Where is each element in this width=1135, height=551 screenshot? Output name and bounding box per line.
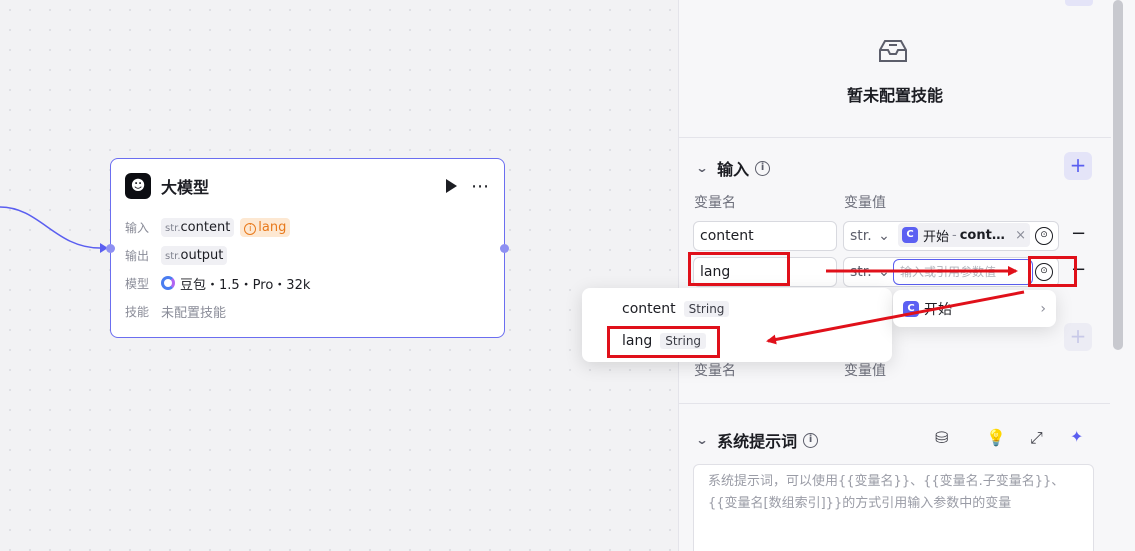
info-icon[interactable]: i bbox=[803, 432, 819, 448]
output-col-header-value: 变量值 bbox=[844, 363, 886, 379]
ref-field: cont… bbox=[959, 227, 1005, 243]
skill-empty-text: 暂未配置技能 bbox=[846, 86, 943, 105]
output-tag: str.output bbox=[161, 245, 228, 265]
ai-sparkle-icon[interactable]: ✦ bbox=[1070, 427, 1083, 446]
chevron-down-icon[interactable]: ⌄ bbox=[695, 161, 708, 175]
type-select[interactable]: str. bbox=[850, 228, 872, 244]
skill-value: 未配置技能 bbox=[161, 305, 227, 321]
chevron-down-icon[interactable]: ⌄ bbox=[878, 228, 890, 244]
llm-node-icon: ☻ bbox=[125, 173, 151, 199]
clear-ref-icon[interactable]: × bbox=[1015, 228, 1026, 243]
start-node-icon: C bbox=[902, 227, 918, 243]
panel-scrollbar[interactable] bbox=[1113, 0, 1123, 350]
col-header-name: 变量名 bbox=[694, 195, 736, 211]
empty-tray-icon bbox=[879, 40, 907, 62]
start-node-icon: C bbox=[903, 300, 919, 317]
node-skill-row: 技能 未配置技能 bbox=[111, 297, 504, 325]
output-label: 输出 bbox=[125, 248, 150, 263]
input-section-title: 输入 bbox=[717, 160, 750, 179]
input-label: 输入 bbox=[125, 220, 150, 235]
input-port[interactable] bbox=[106, 244, 115, 253]
type-tag: String bbox=[683, 301, 730, 317]
source-item-start[interactable]: C 开始 › bbox=[898, 293, 1051, 324]
skill-empty-state: 暂未配置技能 bbox=[679, 0, 1111, 138]
expand-icon[interactable]: ⤢ bbox=[1030, 428, 1043, 448]
llm-node-card[interactable]: ☻ 大模型 ⋯ 输入 str.content i lang 输出 str.outp… bbox=[110, 158, 505, 338]
system-prompt-input[interactable]: 系统提示词，可以使用{{变量名}}、{{变量名.子变量名}}、{{变量名[数组索… bbox=[693, 464, 1094, 551]
info-icon[interactable]: i bbox=[755, 160, 771, 176]
warning-icon: i bbox=[244, 222, 257, 235]
system-prompt-header[interactable]: ⌄ 系统提示词 i bbox=[695, 428, 819, 452]
lightbulb-icon[interactable]: 💡 bbox=[986, 428, 1006, 447]
input-section-header[interactable]: ⌄ 输入 i bbox=[695, 156, 771, 180]
annotation-box-ref-icon bbox=[1028, 256, 1077, 287]
ref-source: 开始 bbox=[923, 229, 950, 245]
dropdown-item-content[interactable]: content String bbox=[582, 293, 892, 325]
chevron-down-icon[interactable]: ⌄ bbox=[695, 433, 708, 447]
node-header: ☻ 大模型 ⋯ bbox=[111, 159, 504, 213]
doubao-logo-icon bbox=[161, 276, 175, 290]
system-prompt-title: 系统提示词 bbox=[717, 432, 798, 451]
col-header-value: 变量值 bbox=[844, 195, 886, 211]
value-input-lang[interactable]: 输入或引用参数值 bbox=[893, 259, 1033, 285]
source-dropdown: C 开始 › bbox=[893, 290, 1056, 327]
annotation-box-lang-item bbox=[607, 326, 720, 358]
chevron-down-icon[interactable]: ⌄ bbox=[878, 264, 890, 280]
model-value: 豆包・1.5・Pro・32k bbox=[180, 277, 311, 293]
input-name-field-content[interactable]: content bbox=[693, 221, 837, 251]
variable-ref-icon[interactable]: ⊙ bbox=[1035, 227, 1053, 245]
node-model-row: 模型 豆包・1.5・Pro・32k bbox=[111, 269, 504, 297]
node-input-row: 输入 str.content i lang bbox=[111, 213, 504, 241]
input-tag-lang: i lang bbox=[240, 217, 291, 237]
run-node-icon[interactable] bbox=[446, 179, 457, 193]
node-output-row: 输出 str.output bbox=[111, 241, 504, 269]
add-input-button[interactable]: + bbox=[1064, 152, 1092, 180]
more-options-icon[interactable]: ⋯ bbox=[471, 176, 490, 197]
remove-row-button[interactable]: − bbox=[1071, 223, 1086, 244]
prompt-library-icon[interactable]: ⛁ bbox=[935, 428, 948, 447]
input-tag-content: str.content bbox=[161, 217, 235, 237]
node-title: 大模型 bbox=[161, 178, 210, 197]
chevron-right-icon: › bbox=[1040, 300, 1046, 317]
output-port[interactable] bbox=[500, 244, 509, 253]
annotation-box-lang-name bbox=[688, 252, 790, 286]
model-label: 模型 bbox=[125, 276, 150, 291]
section-divider bbox=[678, 403, 1110, 404]
type-select[interactable]: str. bbox=[850, 264, 872, 280]
add-output-button[interactable]: + bbox=[1064, 323, 1092, 351]
ref-separator: - bbox=[952, 227, 957, 243]
add-skill-button[interactable] bbox=[1065, 0, 1093, 6]
output-col-header-name: 变量名 bbox=[694, 363, 736, 379]
skill-label: 技能 bbox=[125, 304, 150, 319]
ref-pill-content[interactable]: C 开始 - cont… × bbox=[898, 223, 1030, 247]
